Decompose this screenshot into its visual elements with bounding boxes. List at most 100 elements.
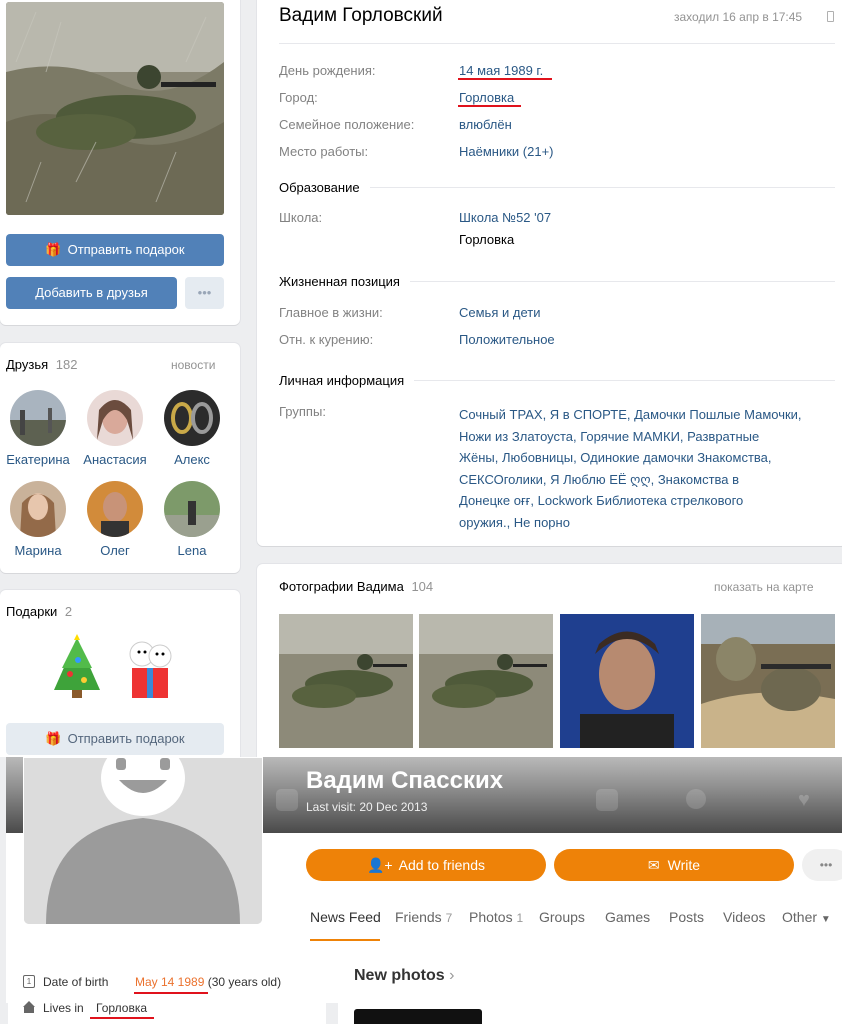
- friend-item[interactable]: Олег: [77, 481, 153, 558]
- school-label: Школа:: [279, 210, 323, 225]
- groups-line[interactable]: Донецке оғғ, Lockwork Библиотека стрелко…: [459, 490, 839, 512]
- dob-label: Date of birth: [43, 975, 109, 989]
- groups-line[interactable]: Ножи из Златоуста, Горячие МАМКИ, Развра…: [459, 426, 839, 448]
- groups-line[interactable]: Жёны, Любовницы, Одинокие дамочки Знаком…: [459, 447, 839, 469]
- snowman-gift-icon[interactable]: [120, 634, 180, 705]
- calendar-icon: 1: [23, 975, 35, 988]
- envelope-icon: ✉: [647, 857, 660, 873]
- groups-line[interactable]: СЕКСОголики, Я Люблю ЕЁ ღღ, Знакомства в: [459, 469, 839, 491]
- friend-item[interactable]: Lena: [154, 481, 230, 558]
- default-avatar[interactable]: [23, 757, 263, 925]
- add-friend-button[interactable]: Добавить в друзья: [6, 277, 177, 309]
- work-value[interactable]: Наёмники (21+): [459, 144, 554, 159]
- city-label: Город:: [279, 90, 318, 105]
- relationship-value[interactable]: влюблён: [459, 117, 512, 132]
- add-user-icon: 👤+: [367, 857, 393, 873]
- tab-other[interactable]: Other ▼: [782, 909, 831, 925]
- tab-games[interactable]: Games: [605, 909, 650, 925]
- photo-thumbnail[interactable]: [419, 614, 553, 748]
- friends-count: 182: [55, 357, 78, 372]
- photo-thumbnail[interactable]: [354, 1009, 482, 1024]
- friend-avatar[interactable]: [10, 390, 66, 446]
- ok-profile-screenshot: ♥ Вадим Спасских Last visit: 20 Dec 2013…: [0, 757, 842, 1024]
- show-on-map-link[interactable]: показать на карте: [714, 580, 814, 594]
- gift-icon: 🎁: [45, 242, 62, 257]
- add-to-friends-button[interactable]: 👤+ Add to friends: [306, 849, 546, 881]
- chevron-down-icon: ▼: [820, 914, 831, 925]
- new-photos-title[interactable]: New photos ›: [354, 967, 454, 985]
- photo-thumbnail[interactable]: [279, 614, 413, 748]
- photos-count: 104: [411, 579, 434, 594]
- friend-avatar[interactable]: [10, 481, 66, 537]
- new-photos-box: New photos ›: [338, 953, 842, 1024]
- life-position-heading: Жизненная позиция: [279, 274, 410, 289]
- main-in-life-value[interactable]: Семья и дети: [459, 305, 540, 320]
- annotation-underline: [134, 992, 208, 994]
- friend-name[interactable]: Екатерина: [0, 452, 76, 467]
- friend-name[interactable]: Марина: [0, 543, 76, 558]
- cover-pattern-icon: [686, 789, 706, 809]
- friend-avatar[interactable]: [87, 390, 143, 446]
- friends-title[interactable]: Друзья 182: [6, 357, 78, 372]
- work-label: Место работы:: [279, 144, 369, 159]
- gifts-count: 2: [64, 604, 73, 619]
- profile-photo[interactable]: [6, 2, 224, 215]
- school-value[interactable]: Школа №52 '07: [459, 210, 551, 225]
- friend-item[interactable]: Анастасия: [77, 390, 153, 467]
- tab-photos[interactable]: Photos 1: [469, 909, 523, 925]
- friend-item[interactable]: Марина: [0, 481, 76, 558]
- photo-thumbnail[interactable]: [560, 614, 694, 748]
- write-message-button[interactable]: ✉ Write: [554, 849, 794, 881]
- lives-in-value[interactable]: Горловка: [96, 1001, 147, 1015]
- annotation-underline: [458, 78, 552, 80]
- profile-details-box: 1 Date of birth May 14 1989 (30 years ol…: [8, 953, 326, 1024]
- friend-avatar[interactable]: [164, 481, 220, 537]
- home-icon-base: [24, 1007, 34, 1013]
- send-gift-button[interactable]: 🎁 Отправить подарок: [6, 234, 224, 266]
- groups-list[interactable]: Сочный ТРАХ, Я в СПОРТЕ, Дамочки Пошлые …: [459, 404, 839, 533]
- tab-posts[interactable]: Posts: [669, 909, 704, 925]
- christmas-tree-gift-icon[interactable]: [48, 634, 106, 705]
- gifts-title[interactable]: Подарки 2: [6, 604, 72, 619]
- birthday-value[interactable]: 14 мая 1989 г.: [459, 63, 543, 78]
- photos-title[interactable]: Фотографии Вадима 104: [279, 579, 433, 594]
- tab-groups[interactable]: Groups: [539, 909, 585, 925]
- relationship-label: Семейное положение:: [279, 117, 415, 132]
- groups-label: Группы:: [279, 404, 326, 419]
- profile-name: Вадим Горловский: [279, 5, 443, 26]
- education-heading: Образование: [279, 180, 370, 195]
- friends-news-link[interactable]: новости: [171, 358, 215, 372]
- main-in-life-label: Главное в жизни:: [279, 305, 383, 320]
- smoking-value[interactable]: Положительное: [459, 332, 555, 347]
- send-gift-button-secondary[interactable]: 🎁 Отправить подарок: [6, 723, 224, 755]
- more-actions-button[interactable]: •••: [185, 277, 224, 309]
- groups-line[interactable]: Сочный ТРАХ, Я в СПОРТЕ, Дамочки Пошлые …: [459, 404, 839, 426]
- birthday-label: День рождения:: [279, 63, 376, 78]
- friend-name[interactable]: Анастасия: [77, 452, 153, 467]
- dob-value: May 14 1989 (30 years old): [135, 975, 282, 989]
- smoking-label: Отн. к курению:: [279, 332, 374, 347]
- tab-news-feed[interactable]: News Feed: [310, 909, 381, 925]
- heart-icon: ♥: [798, 789, 810, 811]
- friend-item[interactable]: Екатерина: [0, 390, 76, 467]
- photo-thumbnail[interactable]: [701, 614, 835, 748]
- last-seen-status: заходил 16 апр в 17:45: [674, 10, 803, 24]
- school-city: Горловка: [459, 232, 515, 247]
- friend-name[interactable]: Олег: [77, 543, 153, 558]
- tab-videos[interactable]: Videos: [723, 909, 766, 925]
- ok-last-visit: Last visit: 20 Dec 2013: [306, 800, 428, 814]
- friend-item[interactable]: Алекс: [154, 390, 230, 467]
- ok-profile-name: Вадим Спасских: [306, 767, 504, 794]
- personal-info-heading: Личная информация: [279, 373, 415, 388]
- friend-name[interactable]: Lena: [154, 543, 230, 558]
- annotation-underline: [90, 1017, 154, 1019]
- lives-in-label: Lives in: [43, 1001, 84, 1015]
- gifts-card: Подарки 2 🎁 Отправить подарок: [0, 590, 240, 757]
- city-value[interactable]: Горловка: [459, 90, 514, 105]
- friend-name[interactable]: Алекс: [154, 452, 230, 467]
- friend-avatar[interactable]: [164, 390, 220, 446]
- more-options-button[interactable]: •••: [802, 849, 842, 881]
- friend-avatar[interactable]: [87, 481, 143, 537]
- tab-friends[interactable]: Friends 7: [395, 909, 452, 925]
- groups-line[interactable]: оружия., Не порно: [459, 512, 839, 534]
